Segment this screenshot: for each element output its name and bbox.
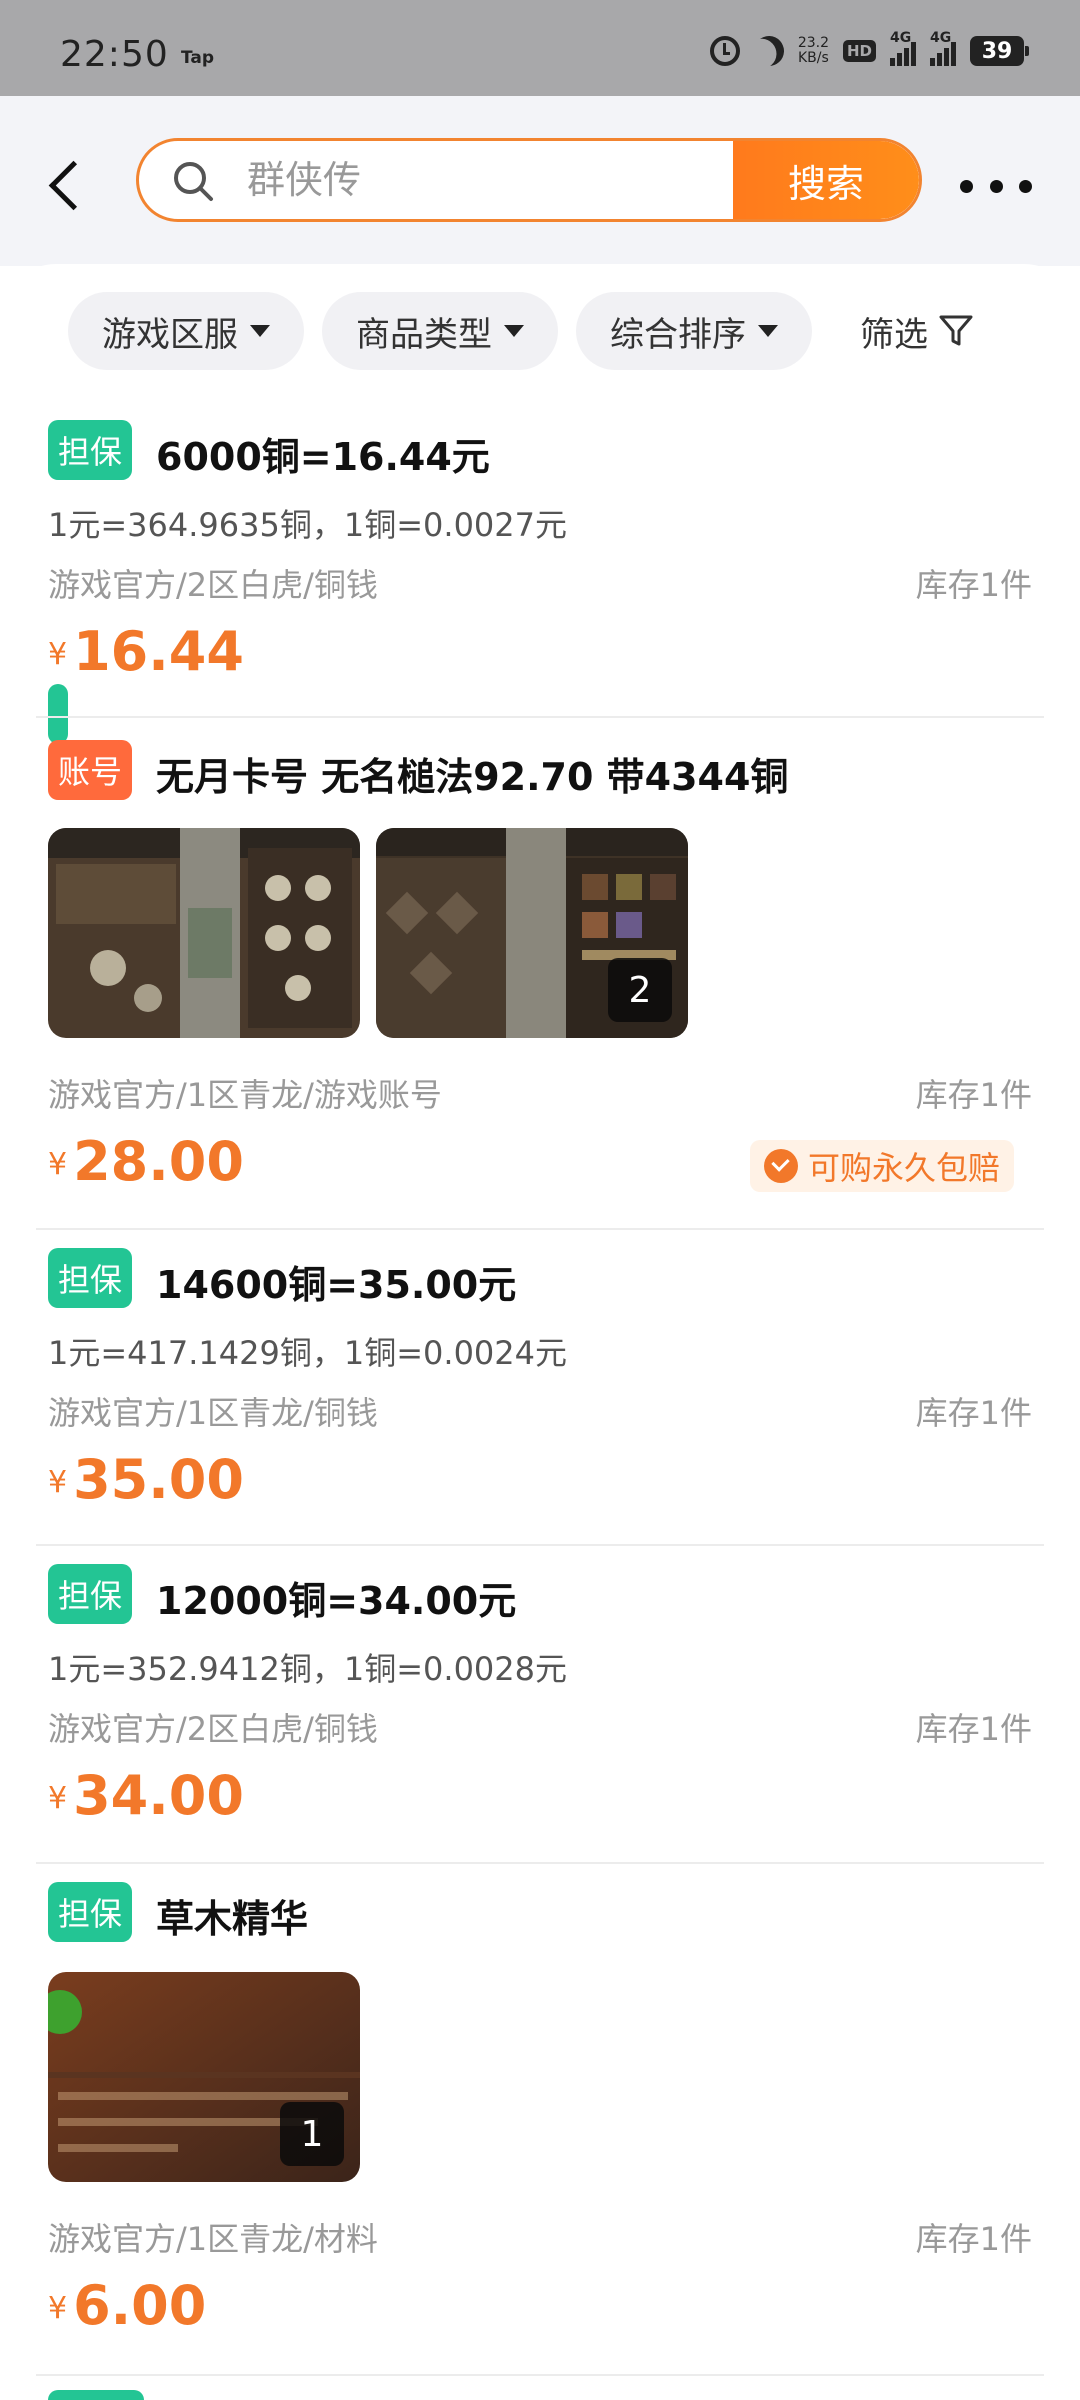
server-filter[interactable]: 游戏区服 [68, 292, 304, 370]
item-title: 无月卡号 无名槌法92.70 带4344铜 [156, 755, 789, 799]
item-path: 游戏官方/1区青龙/游戏账号 [48, 1076, 442, 1114]
currency-symbol: ¥ [48, 2291, 68, 2326]
sim2-label: 4G [930, 30, 952, 46]
divider [36, 2374, 1044, 2376]
search-header: 搜索 [0, 96, 1080, 266]
list-item[interactable]: 账号 无月卡号 无名槌法92.70 带4344铜 2 游戏官方/1区青龙/游戏账… [0, 718, 1080, 1230]
check-circle-icon [763, 1149, 798, 1183]
list-item[interactable]: 担保 6000铜=16.44元 1元=364.9635铜，1铜=0.0027元 … [0, 400, 1080, 718]
item-price: ¥34.00 [48, 1764, 244, 1827]
image-count-badge: 1 [280, 2102, 344, 2166]
next-item-tag-partial [48, 2390, 144, 2400]
sort-filter[interactable]: 综合排序 [576, 292, 812, 370]
item-stock: 库存1件 [915, 1394, 1032, 1432]
caret-down-icon [758, 325, 778, 337]
item-stock: 库存1件 [915, 2220, 1032, 2258]
item-path: 游戏官方/1区青龙/材料 [48, 2220, 378, 2258]
filter-button[interactable]: 筛选 [860, 292, 974, 370]
signal-icon-2: 4G [930, 30, 956, 66]
net-speed-value: 23.2 [797, 35, 829, 51]
moon-icon [750, 32, 788, 70]
item-price: ¥35.00 [48, 1448, 244, 1511]
item-title: 草木精华 [156, 1897, 309, 1941]
net-speed-unit: KB/s [798, 50, 829, 66]
item-title: 12000铜=34.00元 [156, 1579, 517, 1623]
price-value: 34.00 [73, 1764, 244, 1827]
sim1-label: 4G [890, 30, 912, 46]
server-filter-label: 游戏区服 [102, 314, 238, 355]
item-thumbnail[interactable]: 1 [48, 1972, 360, 2182]
status-icons: 23.2 KB/s HD 4G 4G 39 [709, 30, 1029, 66]
badge-label: 可购永久包赔 [807, 1149, 1000, 1187]
item-rate: 1元=352.9412铜，1铜=0.0028元 [48, 1650, 568, 1688]
image-count-badge: 2 [608, 958, 672, 1022]
price-value: 6.00 [73, 2274, 207, 2337]
guarantee-tag: 担保 [48, 1882, 133, 1942]
item-price: ¥28.00 [48, 1130, 244, 1193]
guarantee-tag: 担保 [48, 1248, 133, 1308]
net-speed: 23.2 KB/s [798, 36, 829, 66]
sort-filter-label: 综合排序 [610, 314, 746, 355]
item-title: 14600铜=35.00元 [156, 1263, 517, 1307]
tap-app-badge: Tap [181, 48, 215, 68]
battery-icon: 39 [970, 36, 1029, 66]
filter-button-label: 筛选 [860, 314, 928, 355]
game-screenshot-image [48, 828, 360, 1038]
goods-type-filter-label: 商品类型 [356, 314, 492, 355]
item-rate: 1元=417.1429铜，1铜=0.0024元 [48, 1334, 568, 1372]
item-price: ¥6.00 [48, 2274, 206, 2337]
filter-bar: 游戏区服 商品类型 综合排序 筛选 [0, 292, 1080, 372]
alarm-icon [709, 36, 740, 66]
item-title: 6000铜=16.44元 [156, 435, 490, 479]
item-thumbnail[interactable]: 2 [376, 828, 688, 1038]
price-value: 28.00 [73, 1130, 244, 1193]
permanent-compensation-badge: 可购永久包赔 [749, 1140, 1014, 1192]
price-value: 35.00 [73, 1448, 244, 1511]
more-icon[interactable] [960, 166, 1032, 206]
hd-voice-icon: HD [842, 40, 876, 62]
item-price: ¥16.44 [48, 620, 244, 683]
goods-type-filter[interactable]: 商品类型 [322, 292, 558, 370]
item-thumbnail[interactable] [48, 828, 360, 1038]
guarantee-tag: 担保 [48, 1564, 133, 1624]
guarantee-tag: 担保 [48, 420, 133, 480]
item-path: 游戏官方/2区白虎/铜钱 [48, 1710, 378, 1748]
item-stock: 库存1件 [915, 1710, 1032, 1748]
item-path: 游戏官方/1区青龙/铜钱 [48, 1394, 378, 1432]
item-stock: 库存1件 [915, 1076, 1032, 1114]
back-button[interactable] [40, 146, 90, 226]
currency-symbol: ¥ [48, 1781, 68, 1816]
search-icon [174, 162, 213, 201]
list-item[interactable]: 担保 12000铜=34.00元 1元=352.9412铜，1铜=0.0028元… [0, 1546, 1080, 1864]
list-item[interactable]: 担保 14600铜=35.00元 1元=417.1429铜，1铜=0.0024元… [0, 1230, 1080, 1546]
item-rate: 1元=364.9635铜，1铜=0.0027元 [48, 506, 568, 544]
currency-symbol: ¥ [48, 1147, 68, 1182]
currency-symbol: ¥ [48, 637, 68, 672]
price-value: 16.44 [73, 620, 244, 683]
search-button[interactable]: 搜索 [733, 141, 919, 219]
search-box[interactable]: 搜索 [136, 138, 922, 222]
item-stock: 库存1件 [915, 566, 1032, 604]
status-bar: 22:50 Tap 23.2 KB/s HD 4G 4G 39 [0, 0, 1080, 96]
list-item[interactable]: 担保 草木精华 1 游戏官方/1区青龙/材料 库存1件 ¥6.00 [0, 1864, 1080, 2376]
account-tag: 账号 [48, 740, 133, 800]
filter-funnel-icon [939, 315, 973, 346]
currency-symbol: ¥ [48, 1465, 68, 1500]
signal-icon: 4G [890, 30, 916, 66]
caret-down-icon [250, 325, 270, 337]
caret-down-icon [504, 325, 524, 337]
status-time: 22:50 [60, 34, 169, 75]
item-path: 游戏官方/2区白虎/铜钱 [48, 566, 378, 604]
